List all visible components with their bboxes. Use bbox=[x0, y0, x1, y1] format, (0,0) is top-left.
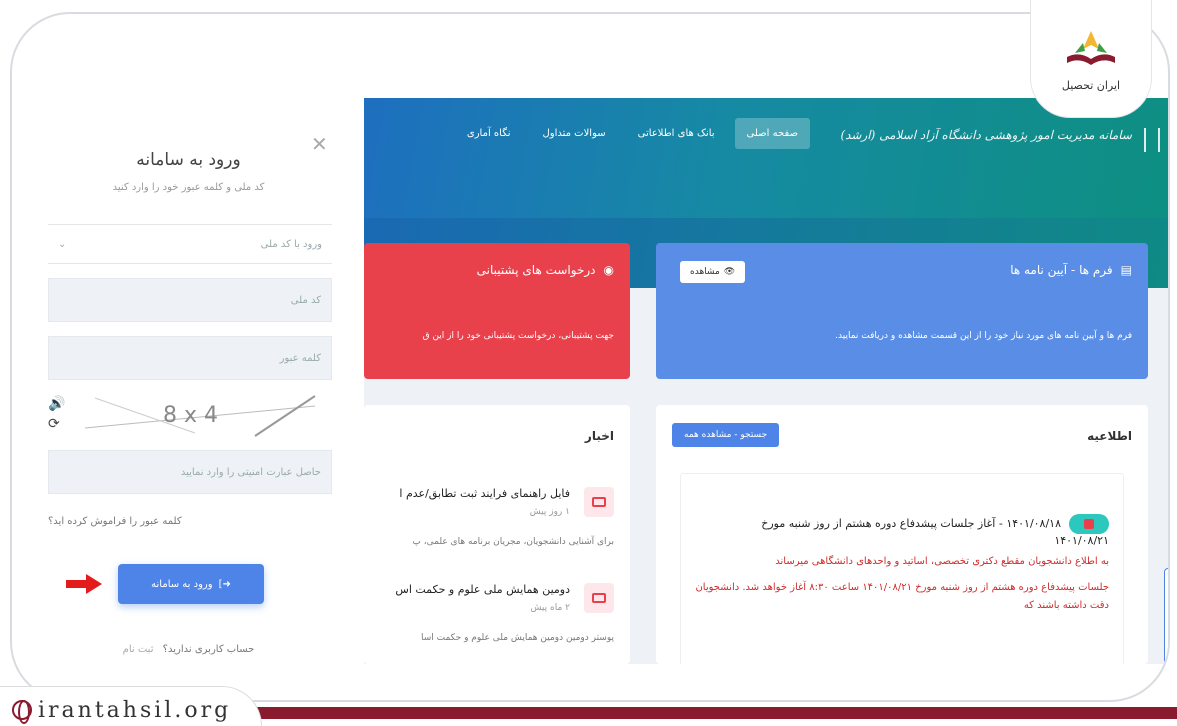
news-title: اخبار bbox=[584, 429, 614, 443]
news-item-title: دومین همایش ملی علوم و حکمت اس bbox=[395, 583, 570, 596]
side-tab[interactable] bbox=[1164, 568, 1168, 664]
globe-icon bbox=[12, 700, 32, 724]
notice-item-line2: جلسات پیشدفاع دوره هشتم از روز شنبه مورخ… bbox=[695, 582, 1109, 611]
news-item-title: فایل راهنمای فرایند ثبت تطابق/عدم ا bbox=[399, 487, 570, 500]
support-icon: ◉ bbox=[603, 263, 614, 277]
login-button[interactable]: ➜] ورود به سامانه bbox=[118, 564, 264, 604]
notice-badge-icon bbox=[1069, 514, 1109, 534]
forms-card: ▤ فرم ها - آیین نامه ها 👁 مشاهده فرم ها … bbox=[656, 243, 1148, 379]
login-title: ورود به سامانه bbox=[136, 150, 241, 170]
nav-statistics[interactable]: نگاه آماری bbox=[455, 118, 523, 149]
news-panel: اخبار فایل راهنمای فرایند ثبت تطابق/عدم … bbox=[364, 405, 630, 664]
national-code-input[interactable]: کد ملی bbox=[48, 278, 332, 322]
login-icon: ➜] bbox=[218, 578, 231, 590]
news-icon bbox=[584, 583, 614, 613]
irantahsil-logo: ایران تحصیل bbox=[1030, 0, 1152, 118]
news-item-time: ۱ روز پیش bbox=[529, 507, 570, 517]
refresh-icon[interactable]: ⟳ bbox=[48, 416, 65, 432]
notice-item-date: ۱۴۰۱/۰۸/۲۱ bbox=[1054, 534, 1109, 547]
captcha-text: 8 x 4 bbox=[163, 403, 218, 428]
document-icon: ▤ bbox=[1120, 263, 1132, 277]
nav-databases[interactable]: بانک های اطلاعاتی bbox=[626, 118, 727, 149]
university-logo-icon bbox=[1144, 128, 1160, 152]
login-button-label: ورود به سامانه bbox=[151, 578, 213, 590]
notice-item[interactable]: ۱۴۰۱/۰۸/۱۸ - آغاز جلسات پیشدفاع دوره هشت… bbox=[680, 473, 1124, 664]
notice-title: اطلاعیه bbox=[1087, 429, 1132, 443]
nav-faq[interactable]: سوالات متداول bbox=[531, 118, 618, 149]
view-button-label: مشاهده bbox=[690, 267, 720, 277]
search-all-button[interactable]: جستجو - مشاهده همه bbox=[672, 423, 780, 447]
view-button[interactable]: 👁 مشاهده bbox=[680, 261, 746, 283]
red-arrow-icon bbox=[66, 574, 106, 594]
bottom-bar bbox=[240, 707, 1177, 719]
logo-text: ایران تحصیل bbox=[1061, 79, 1121, 92]
no-account-text: حساب کاربری ندارید؟ bbox=[162, 644, 255, 655]
news-item-desc: برای آشنایی دانشجویان، مجریان برنامه های… bbox=[412, 537, 614, 547]
forms-card-title: فرم ها - آیین نامه ها bbox=[1010, 263, 1113, 277]
login-type-label: ورود با کد ملی bbox=[260, 238, 322, 250]
password-input[interactable]: کلمه عبور bbox=[48, 336, 332, 380]
portal-page: سامانه مدیریت امور پژوهشی دانشگاه آزاد ا… bbox=[364, 98, 1168, 664]
notice-item-line1: به اطلاع دانشجویان مقطع دکتری تخصصی، اسا… bbox=[775, 556, 1109, 567]
nav-home[interactable]: صفحه اصلی bbox=[734, 118, 810, 149]
captcha-row: 🔊 ⟳ 8 x 4 bbox=[48, 386, 332, 442]
captcha-image: 8 x 4 bbox=[75, 388, 326, 440]
site-url-text: irantahsil.org bbox=[38, 697, 232, 723]
captcha-input[interactable]: حاصل عبارت امنیتی را وارد نمایید bbox=[48, 450, 332, 494]
register-row: حساب کاربری ندارید؟ ثبت نام bbox=[36, 644, 341, 655]
login-type-select[interactable]: ورود با کد ملی ⌄ bbox=[48, 224, 332, 264]
news-item-desc: پوستر دومین دومین همایش ملی علوم و حکمت … bbox=[421, 633, 614, 643]
login-subtitle: کد ملی و کلمه عبور خود را وارد کنید bbox=[112, 182, 265, 193]
site-url: irantahsil.org bbox=[0, 686, 262, 726]
forms-card-body: فرم ها و آیین نامه های مورد نیاز خود را … bbox=[835, 331, 1132, 341]
support-card[interactable]: ◉ درخواست های پشتیبانی جهت پشتیبانی، درخ… bbox=[364, 243, 630, 379]
notice-panel: اطلاعیه جستجو - مشاهده همه ۱۴۰۱/۰۸/۱۸ - … bbox=[656, 405, 1148, 664]
eye-icon: 👁 bbox=[723, 267, 736, 277]
site-header: سامانه مدیریت امور پژوهشی دانشگاه آزاد ا… bbox=[364, 98, 1168, 288]
support-card-title: درخواست های پشتیبانی bbox=[476, 263, 596, 277]
book-logo-icon bbox=[1067, 31, 1115, 65]
register-link[interactable]: ثبت نام bbox=[123, 644, 154, 655]
forgot-password-link[interactable]: کلمه عبور را فراموش کرده اید؟ bbox=[36, 516, 341, 527]
main-content: ▤ فرم ها - آیین نامه ها 👁 مشاهده فرم ها … bbox=[364, 243, 1168, 664]
support-card-body: جهت پشتیبانی، درخواست پشتیبانی خود را از… bbox=[422, 331, 614, 341]
main-nav: صفحه اصلی بانک های اطلاعاتی سوالات متداو… bbox=[455, 118, 810, 149]
login-panel: ✕ ورود به سامانه کد ملی و کلمه عبور خود … bbox=[36, 104, 341, 664]
notice-item-title: ۱۴۰۱/۰۸/۱۸ - آغاز جلسات پیشدفاع دوره هشت… bbox=[761, 517, 1061, 530]
news-icon bbox=[584, 487, 614, 517]
audio-icon[interactable]: 🔊 bbox=[48, 396, 65, 412]
news-item-time: ۲ ماه پیش bbox=[530, 603, 570, 613]
site-brand: سامانه مدیریت امور پژوهشی دانشگاه آزاد ا… bbox=[840, 128, 1132, 142]
chevron-down-icon: ⌄ bbox=[58, 238, 67, 250]
screenshot-frame: ✕ ورود به سامانه کد ملی و کلمه عبور خود … bbox=[10, 12, 1170, 702]
